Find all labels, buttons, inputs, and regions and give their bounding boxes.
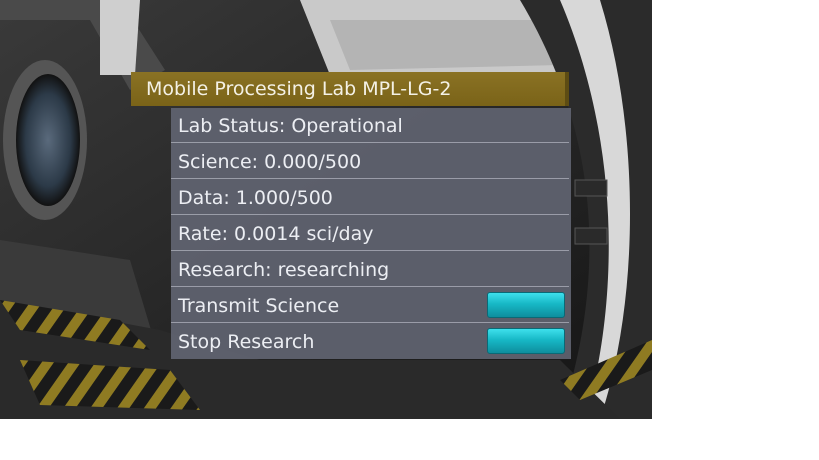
part-action-menu: Lab Status: Operational Science: 0.000/5… bbox=[171, 108, 571, 359]
transmit-science-row[interactable]: Transmit Science bbox=[171, 288, 569, 323]
lab-status-label: Lab Status: Operational bbox=[178, 115, 403, 137]
research-row: Research: researching bbox=[171, 252, 569, 287]
research-label: Research: researching bbox=[178, 259, 390, 281]
data-label: Data: 1.000/500 bbox=[178, 187, 333, 209]
stop-research-row[interactable]: Stop Research bbox=[171, 324, 569, 359]
rate-label: Rate: 0.0014 sci/day bbox=[178, 223, 374, 245]
science-label: Science: 0.000/500 bbox=[178, 151, 362, 173]
science-row: Science: 0.000/500 bbox=[171, 144, 569, 179]
part-window-title[interactable]: Mobile Processing Lab MPL-LG-2 bbox=[131, 72, 569, 106]
data-row: Data: 1.000/500 bbox=[171, 180, 569, 215]
stop-research-label: Stop Research bbox=[178, 331, 315, 353]
stop-research-button[interactable] bbox=[487, 328, 565, 354]
transmit-science-label: Transmit Science bbox=[178, 295, 340, 317]
lab-status-row: Lab Status: Operational bbox=[171, 108, 569, 143]
transmit-science-button[interactable] bbox=[487, 292, 565, 318]
rate-row: Rate: 0.0014 sci/day bbox=[171, 216, 569, 251]
